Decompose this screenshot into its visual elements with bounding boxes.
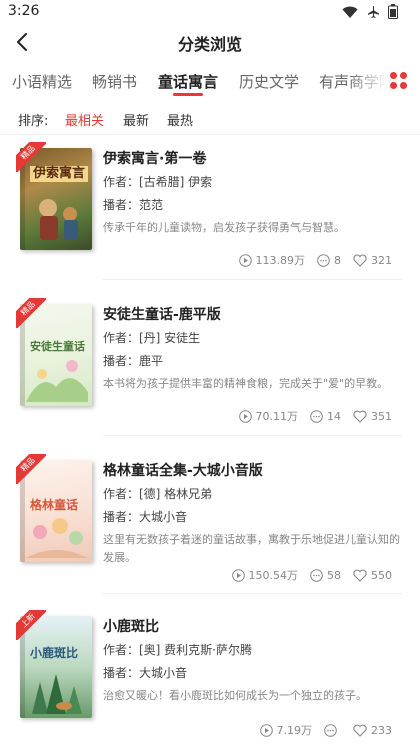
like-count: 550: [371, 568, 392, 582]
cover-illustration: [26, 518, 88, 558]
book-stats: 113.89万 8 321: [231, 252, 392, 268]
cover-title: 小鹿斑比: [30, 646, 79, 660]
cover-title: 安徒生童话: [30, 340, 85, 353]
wifi-icon: [342, 6, 358, 18]
premium-badge: 精品: [16, 142, 46, 172]
book-author: 作者：[丹] 安徒生: [103, 331, 201, 345]
book-author: 作者：[德] 格林兄弟: [103, 487, 213, 501]
list-item[interactable]: 安徒生童话 精品 安徒生童话-鹿平版 作者：[丹] 安徒生 播者：鹿平 本书将为…: [0, 292, 420, 448]
tab-fairy-tales[interactable]: 童话寓言: [158, 71, 218, 92]
list-item[interactable]: 格林童话 精品 格林童话全集-大城小音版 作者：[德] 格林兄弟 播者：大城小音…: [0, 448, 420, 604]
list-item[interactable]: 小鹿斑比 上新 小鹿斑比 作者：[奥] 费利克斯·萨尔腾 播者：大城小音 治愈又…: [0, 604, 420, 747]
book-title[interactable]: 小鹿斑比: [103, 616, 159, 636]
battery-icon: [388, 4, 398, 19]
divider: [103, 435, 402, 436]
tab-xiaoyu-selection[interactable]: 小语精选: [12, 71, 72, 92]
list-item[interactable]: 伊索寓言 精品 伊索寓言·第一卷 作者：[古希腊] 伊索 播者：范范 传承千年的…: [0, 136, 420, 292]
comment-count: 14: [327, 409, 341, 423]
play-count: 150.54万: [248, 569, 299, 582]
book-author: 作者：[奥] 费利克斯·萨尔腾: [103, 643, 252, 657]
tab-bestsellers[interactable]: 畅销书: [92, 71, 137, 92]
book-description: 本书将为孩子提供丰富的精神食粮，完成关于"爱"的早教。: [103, 377, 389, 390]
status-bar: 3:26: [0, 0, 420, 24]
status-icons: [342, 4, 398, 19]
divider: [0, 134, 420, 135]
book-title[interactable]: 伊索寓言·第一卷: [103, 148, 206, 168]
tab-history-literature[interactable]: 历史文学: [239, 71, 299, 92]
premium-badge: 精品: [16, 454, 46, 484]
active-tab-indicator: [173, 93, 203, 96]
like-count: 233: [371, 723, 392, 737]
cover-illustration: [26, 360, 88, 402]
cover-illustration: [32, 674, 82, 714]
book-stats: 70.11万 14 351: [231, 408, 392, 424]
sort-newest[interactable]: 最新: [123, 110, 149, 129]
book-title[interactable]: 格林童话全集-大城小音版: [103, 460, 263, 480]
nav-bar: 分类浏览: [0, 24, 420, 60]
cover-illustration: [39, 199, 78, 240]
tabs-fade: [348, 60, 420, 100]
book-author: 作者：[古希腊] 伊索: [103, 175, 213, 189]
divider: [103, 593, 402, 594]
heart-icon[interactable]: [353, 254, 367, 267]
play-count: 7.19万: [276, 724, 313, 737]
book-narrator: 播者：鹿平: [103, 354, 164, 368]
heart-icon[interactable]: [353, 569, 367, 582]
book-narrator: 播者：大城小音: [103, 666, 188, 680]
comment-icon: [317, 253, 330, 267]
heart-icon[interactable]: [353, 410, 367, 423]
sort-hottest[interactable]: 最热: [167, 110, 193, 129]
sort-relevance[interactable]: 最相关: [65, 110, 104, 129]
book-stats: 150.54万 58 550: [224, 567, 392, 583]
book-narrator: 播者：范范: [103, 198, 164, 212]
comment-icon: [324, 723, 337, 737]
comment-icon: [310, 409, 323, 423]
comment-count: 8: [334, 253, 341, 267]
book-stats: 7.19万 233: [252, 722, 392, 738]
play-count: 113.89万: [255, 254, 306, 267]
airplane-icon: [368, 5, 379, 18]
cover-title: 格林童话: [30, 498, 79, 512]
book-description: 治愈又暖心！看小鹿斑比如何成长为一个独立的孩子。: [103, 689, 367, 702]
new-badge: 上新: [16, 610, 46, 640]
play-count-icon: [231, 568, 245, 582]
grid-menu-icon[interactable]: [390, 72, 408, 90]
play-count-icon: [238, 409, 252, 423]
book-description: 传承千年的儿童读物，启发孩子获得勇气与智慧。: [103, 221, 345, 234]
premium-badge: 精品: [16, 298, 46, 328]
divider: [103, 279, 402, 280]
book-narrator: 播者：大城小音: [103, 510, 188, 524]
play-count-icon: [238, 253, 252, 267]
like-count: 321: [371, 253, 392, 267]
comment-count: 58: [327, 568, 341, 582]
play-count: 70.11万: [255, 410, 299, 423]
sort-bar: 排序: 最相关 最新 最热: [0, 104, 420, 134]
book-description: 这里有无数孩子着迷的童话故事，寓教于乐地促进儿童认知的发展。: [103, 533, 400, 564]
like-count: 351: [371, 409, 392, 423]
comment-icon: [310, 568, 323, 582]
book-title[interactable]: 安徒生童话-鹿平版: [103, 304, 221, 324]
heart-icon[interactable]: [353, 724, 367, 737]
page-title: 分类浏览: [177, 35, 242, 54]
status-time: 3:26: [8, 3, 40, 19]
play-count-icon: [259, 723, 273, 737]
sort-label: 排序:: [18, 114, 49, 129]
